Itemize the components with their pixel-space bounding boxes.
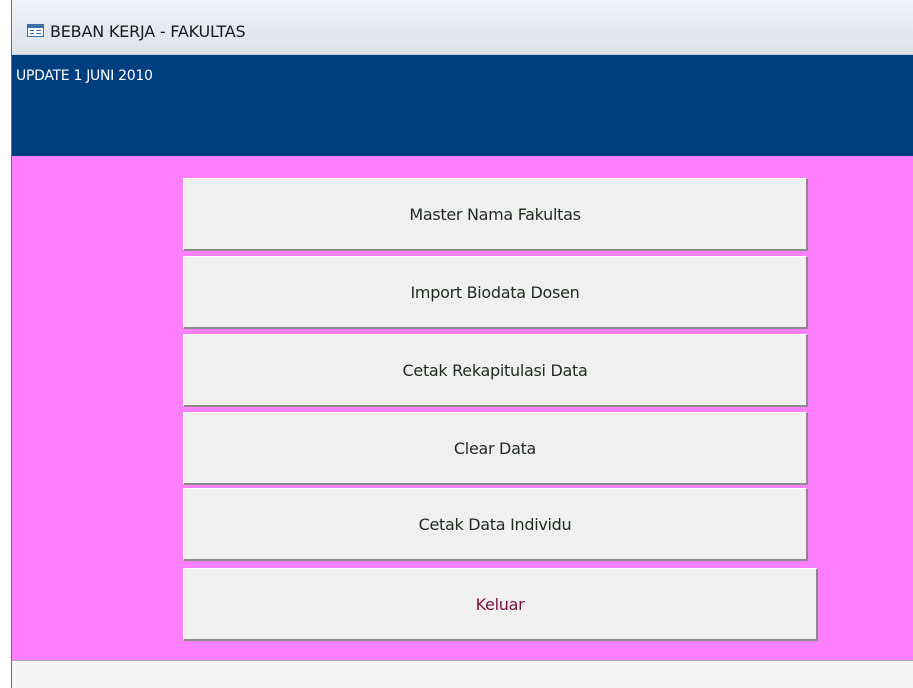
cetak-rekapitulasi-data-button[interactable]: Cetak Rekapitulasi Data xyxy=(183,334,808,407)
access-form-window: BEBAN KERJA - FAKULTAS UPDATE 1 JUNI 201… xyxy=(0,0,913,688)
form-detail: Master Nama Fakultas Import Biodata Dose… xyxy=(12,156,913,660)
form-footer xyxy=(12,660,913,688)
keluar-button[interactable]: Keluar xyxy=(183,568,818,641)
window-left-border xyxy=(0,0,12,688)
update-label: UPDATE 1 JUNI 2010 xyxy=(16,68,153,84)
form-titlebar: BEBAN KERJA - FAKULTAS xyxy=(12,0,913,55)
window-title: BEBAN KERJA - FAKULTAS xyxy=(50,22,246,41)
cetak-data-individu-button[interactable]: Cetak Data Individu xyxy=(183,488,808,561)
master-nama-fakultas-button[interactable]: Master Nama Fakultas xyxy=(183,178,808,251)
form-icon xyxy=(27,24,44,37)
form-header: UPDATE 1 JUNI 2010 xyxy=(12,55,913,156)
import-biodata-dosen-button[interactable]: Import Biodata Dosen xyxy=(183,256,808,329)
clear-data-button[interactable]: Clear Data xyxy=(183,412,808,485)
